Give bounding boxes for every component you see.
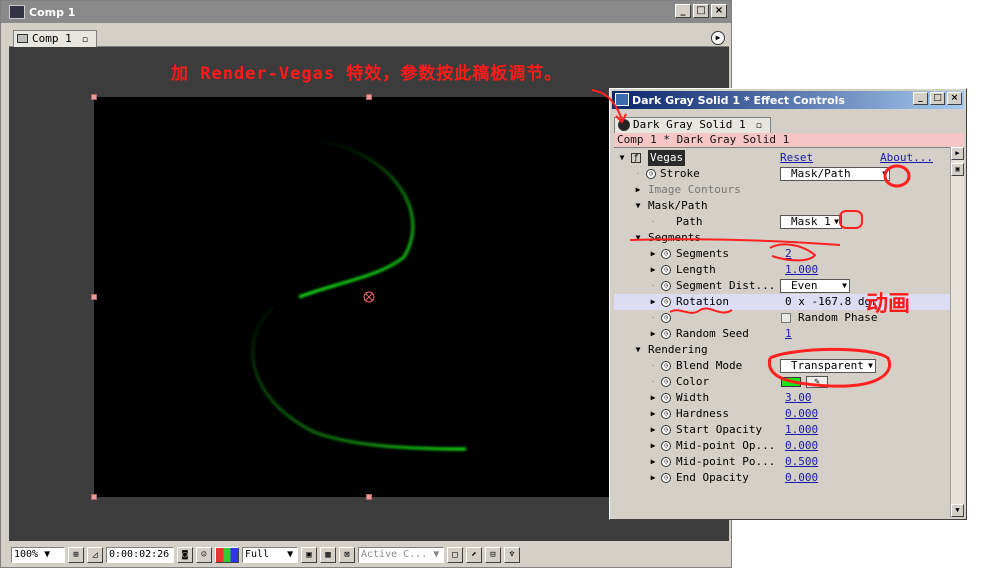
underline-annotation	[669, 307, 733, 314]
circle-annotation	[767, 347, 891, 388]
arrow-annotation	[591, 89, 623, 121]
side-annotation: 动画	[866, 292, 911, 317]
circle-annotation	[883, 164, 911, 188]
circle-annotation	[769, 243, 817, 262]
underline-annotation	[629, 238, 841, 246]
circle-annotation	[839, 210, 863, 229]
annotation-overlay	[591, 89, 911, 388]
